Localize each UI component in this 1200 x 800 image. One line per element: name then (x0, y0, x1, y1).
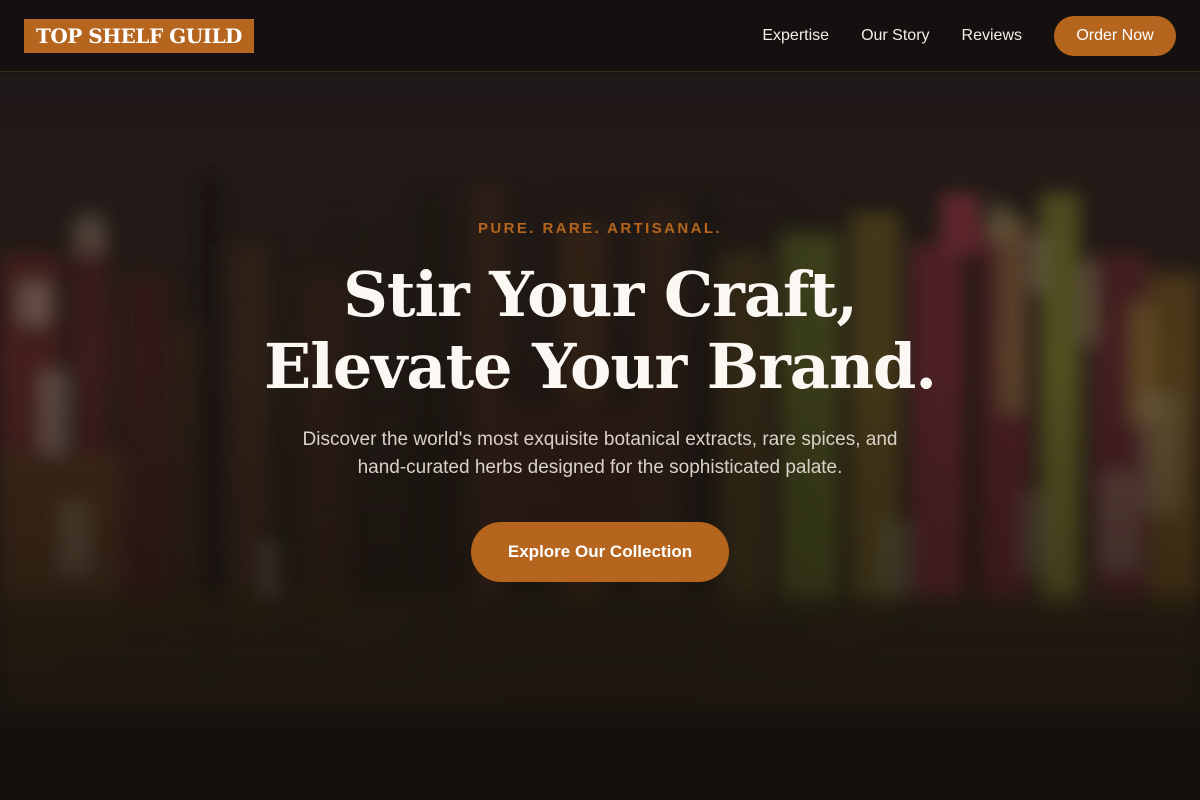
hero-description: Discover the world's most exquisite bota… (250, 426, 950, 482)
hero-section: PURE. RARE. ARTISANAL. Stir Your Craft, … (0, 73, 1200, 800)
hero-description-line-1: Discover the world's most exquisite bota… (302, 429, 898, 450)
brand-logo[interactable]: TOP SHELF GUILD (24, 19, 254, 53)
hero-tagline: PURE. RARE. ARTISANAL. (478, 220, 722, 237)
site-header: TOP SHELF GUILD Expertise Our Story Revi… (0, 0, 1200, 72)
order-now-button[interactable]: Order Now (1054, 16, 1176, 56)
nav-link-expertise[interactable]: Expertise (762, 27, 829, 45)
explore-collection-button[interactable]: Explore Our Collection (471, 522, 729, 582)
hero-headline-line-1: Stir Your Craft, (343, 258, 858, 331)
main-nav: Expertise Our Story Reviews Order Now (762, 16, 1176, 56)
hero-headline-line-2: Elevate Your Brand. (264, 330, 937, 403)
hero-description-line-2: hand-curated herbs designed for the soph… (357, 457, 843, 478)
hero-content: PURE. RARE. ARTISANAL. Stir Your Craft, … (0, 73, 1200, 800)
hero-headline: Stir Your Craft, Elevate Your Brand. (0, 259, 1200, 403)
nav-link-our-story[interactable]: Our Story (861, 27, 929, 45)
nav-link-reviews[interactable]: Reviews (962, 27, 1022, 45)
